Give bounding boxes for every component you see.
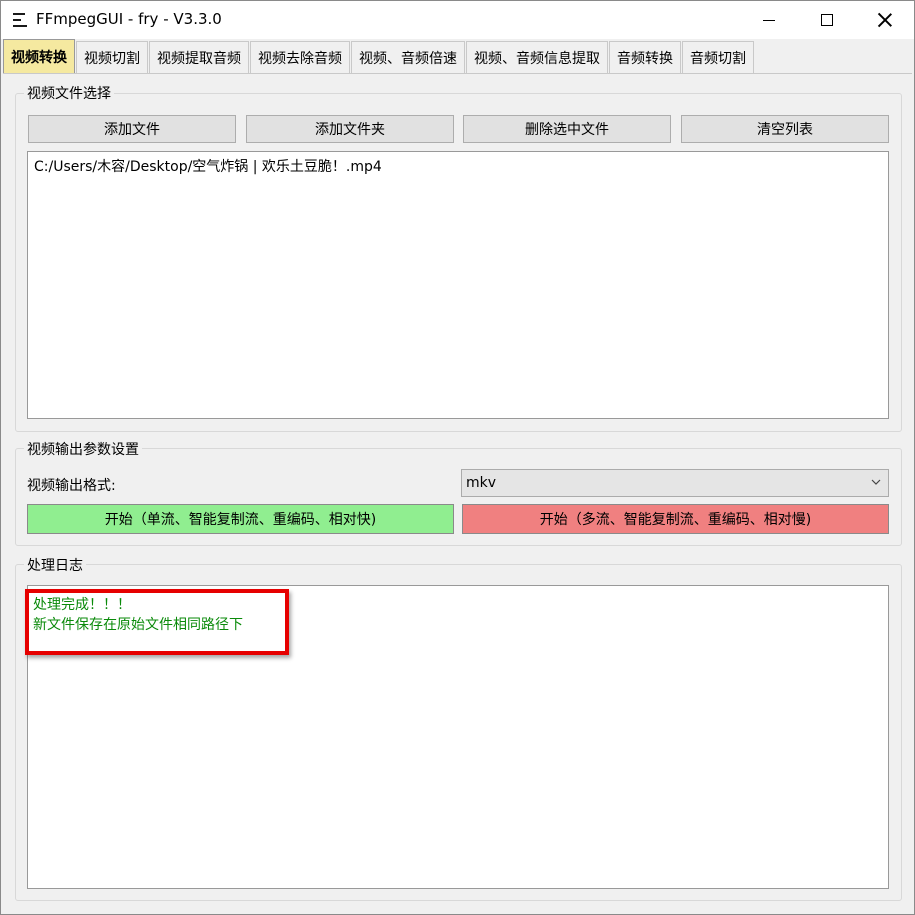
tab-panel-border [3,73,912,74]
tab-video-convert[interactable]: 视频转换 [3,39,75,74]
minimize-icon [763,19,775,21]
file-select-title: 视频文件选择 [24,83,114,103]
chevron-down-icon [871,479,881,485]
title-bar: FFmpegGUI - fry - V3.3.0 [1,1,914,39]
tab-media-info[interactable]: 视频、音频信息提取 [466,41,608,74]
app-window: FFmpegGUI - fry - V3.3.0 视频转换 视频切割 视频提取音… [0,0,915,915]
tab-speed[interactable]: 视频、音频倍速 [351,41,465,74]
maximize-icon [821,14,833,26]
tab-bar: 视频转换 视频切割 视频提取音频 视频去除音频 视频、音频倍速 视频、音频信息提… [3,39,755,74]
tab-audio-convert[interactable]: 音频转换 [609,41,681,74]
delete-selected-button[interactable]: 删除选中文件 [463,115,671,143]
app-menu-icon[interactable] [13,13,28,27]
start-fast-button[interactable]: 开始（单流、智能复制流、重编码、相对快) [27,504,454,534]
list-item[interactable]: C:/Users/木容/Desktop/空气炸锅 | 欢乐土豆脆！.mp4 [34,156,382,176]
close-icon [878,13,892,27]
tab-video-cut[interactable]: 视频切割 [76,41,148,74]
minimize-button[interactable] [746,1,792,39]
close-button[interactable] [862,1,908,39]
add-file-button[interactable]: 添加文件 [28,115,236,143]
tab-extract-audio[interactable]: 视频提取音频 [149,41,249,74]
add-folder-button[interactable]: 添加文件夹 [246,115,454,143]
format-label: 视频输出格式: [27,478,116,494]
highlight-box [25,589,289,655]
log-title: 处理日志 [24,555,86,575]
start-slow-button[interactable]: 开始（多流、智能复制流、重编码、相对慢) [462,504,889,534]
clear-list-button[interactable]: 清空列表 [681,115,889,143]
output-settings-title: 视频输出参数设置 [24,439,142,459]
tab-audio-cut[interactable]: 音频切割 [682,41,754,74]
tab-remove-audio[interactable]: 视频去除音频 [250,41,350,74]
maximize-button[interactable] [804,1,850,39]
format-select-value: mkv [466,475,497,491]
window-title: FFmpegGUI - fry - V3.3.0 [36,10,222,28]
file-list[interactable]: C:/Users/木容/Desktop/空气炸锅 | 欢乐土豆脆！.mp4 [27,151,889,419]
format-select[interactable]: mkv [461,469,889,497]
